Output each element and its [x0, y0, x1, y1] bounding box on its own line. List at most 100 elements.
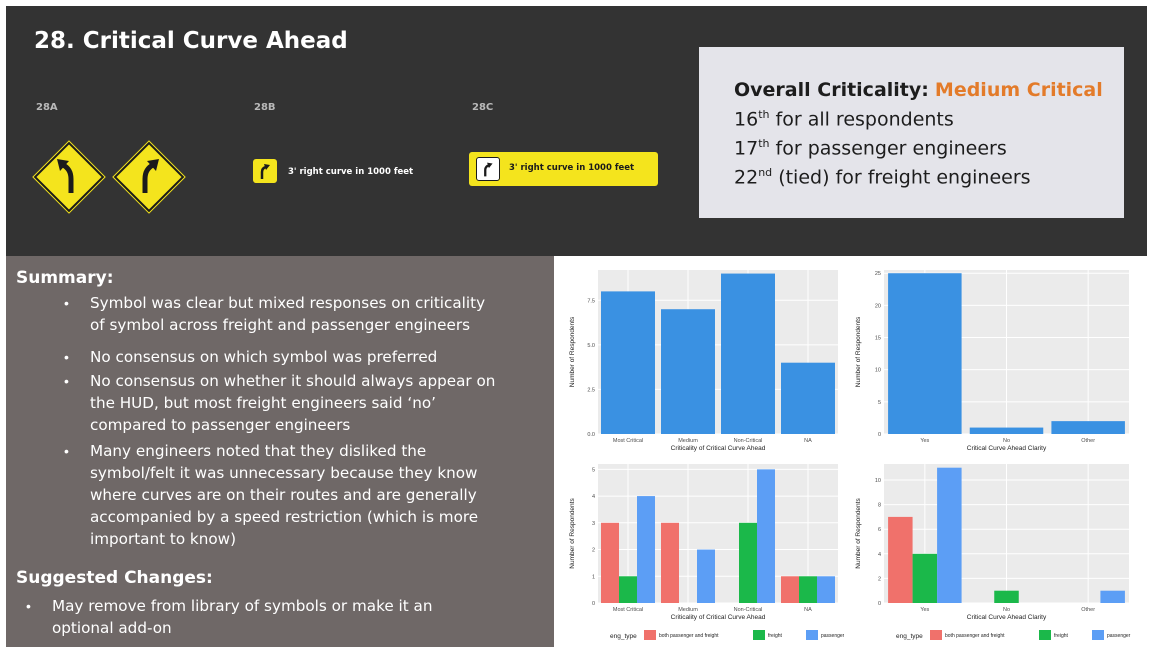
chart-criticality-by-eng-type: 0 1 2 3 4 5 Most Critical Medium Non-Critical NA C…	[569, 464, 844, 640]
x-tick-label: Yes	[920, 438, 929, 444]
bar	[661, 309, 715, 434]
bar	[888, 273, 962, 434]
sign-label-28a: 28A	[36, 102, 58, 113]
y-tick-label: 3	[592, 521, 595, 527]
x-tick-label: Yes	[920, 607, 929, 613]
y-tick-label: 20	[875, 303, 881, 309]
y-tick-label: 15	[875, 336, 881, 342]
y-axis-label: Number of Respondents	[569, 498, 576, 569]
suggested-heading: Suggested Changes:	[16, 568, 213, 588]
criticality-value: Medium Critical	[934, 79, 1103, 101]
rank-freight-sup: nd	[758, 166, 773, 179]
y-tick-label: 10	[875, 368, 881, 374]
y-tick-label: 0	[592, 601, 595, 607]
bullet-dot: •	[64, 295, 69, 311]
sign-label-28b: 28B	[254, 102, 276, 113]
x-axis-label: Critical Curve Ahead Clarity	[967, 614, 1047, 621]
curve-plate-c-icon	[476, 157, 500, 181]
y-tick-label: 5.0	[587, 343, 595, 349]
bar	[721, 273, 775, 434]
chart-clarity-by-eng-type: 0 2 4 6 8 10 Yes No Other Critical Curve Ahead Cl…	[855, 464, 1131, 640]
rank-freight-text: (tied) for freight engineers	[772, 166, 1031, 189]
curve-plate-arrow-icon	[260, 164, 270, 179]
x-tick-label: Medium	[678, 438, 698, 444]
y-tick-label: 0	[878, 601, 881, 607]
legend-swatch	[1039, 630, 1051, 640]
y-tick-label: 6	[878, 527, 881, 533]
y-tick-label: 2	[592, 548, 595, 554]
y-tick-label: 4	[878, 552, 881, 558]
legend-swatch	[1092, 630, 1104, 640]
header-panel: 28. Critical Curve Ahead 28A 28B 3' righ…	[6, 6, 1147, 256]
bar	[799, 576, 817, 603]
rank-passenger: 17th for passenger engineers	[734, 137, 1007, 159]
y-tick-label: 2.5	[587, 387, 595, 393]
bar	[817, 576, 835, 603]
summary-bullet-2-line-1: No consensus on which symbol was preferr…	[90, 348, 438, 366]
rank-passenger-text: for passenger engineers	[769, 137, 1007, 160]
summary-panel: Summary: • Symbol was clear but mixed re…	[6, 256, 554, 647]
bar	[912, 553, 938, 603]
chart-clarity-overall: 0 5 10 15 20 25 Yes No Other Critical Curve Ahead…	[855, 270, 1129, 452]
bar	[781, 362, 835, 434]
y-tick-label: 5	[592, 467, 595, 473]
x-tick-label: Most Critical	[613, 438, 643, 444]
x-tick-label: No	[1003, 438, 1010, 444]
bar	[601, 291, 655, 434]
bar	[1051, 421, 1125, 434]
suggested-bullet-1-line-1: May remove from library of symbols or ma…	[52, 597, 433, 615]
x-tick-label: No	[1003, 607, 1010, 613]
bar	[994, 590, 1019, 603]
x-tick-label: NA	[804, 438, 812, 444]
criticality-heading: Overall Criticality: Medium Critical	[734, 79, 1103, 101]
summary-bullet-2: No consensus on which symbol was preferr…	[90, 346, 437, 368]
bar	[739, 522, 757, 603]
rank-passenger-num: 17	[734, 137, 759, 160]
bar	[661, 522, 679, 603]
y-axis-label: Number of Respondents	[569, 316, 576, 387]
x-axis-label: Critical Curve Ahead Clarity	[967, 445, 1047, 452]
bar	[697, 549, 715, 603]
bullet-dot: •	[64, 373, 69, 389]
summary-bullet-4-line-4: accompanied by a speed restriction (whic…	[90, 508, 479, 526]
rank-all-text: for all respondents	[769, 108, 954, 131]
summary-bullet-3-line-1: No consensus on whether it should always…	[90, 372, 496, 390]
bar	[757, 469, 775, 603]
x-tick-label: Other	[1081, 438, 1095, 444]
y-tick-label: 5	[878, 400, 881, 406]
suggested-bullet-1-line-2: optional add-on	[52, 619, 172, 637]
x-tick-label: Non-Critical	[734, 438, 763, 444]
legend-label: freight	[1054, 633, 1069, 639]
legend-title: eng_type	[896, 633, 923, 640]
y-tick-label: 2	[878, 576, 881, 582]
y-tick-label: 8	[878, 503, 881, 509]
summary-bullet-4-line-5: important to know)	[90, 530, 236, 548]
y-tick-label: 0.0	[587, 432, 595, 438]
summary-bullet-4-line-2: symbol/felt it was unnecessary because t…	[90, 464, 478, 482]
summary-bullet-1-line-1: Symbol was clear but mixed responses on …	[90, 294, 486, 312]
legend-label: passenger	[1107, 633, 1131, 639]
legend-swatch	[806, 630, 818, 640]
bar	[969, 427, 1044, 434]
summary-bullet-3-line-2: the HUD, but most freight engineers said…	[90, 394, 436, 412]
x-tick-label: Medium	[678, 607, 698, 613]
y-tick-label: 25	[875, 271, 881, 277]
rank-all-num: 16	[734, 108, 759, 131]
bar	[1100, 590, 1125, 603]
bullet-dot: •	[64, 443, 69, 459]
x-tick-label: Most Critical	[613, 607, 643, 613]
x-tick-label: Other	[1081, 607, 1095, 613]
legend-label: both passenger and freight	[945, 633, 1005, 639]
criticality-box: Overall Criticality: Medium Critical 16t…	[699, 47, 1124, 218]
legend-label: both passenger and freight	[659, 633, 719, 639]
summary-bullet-4-line-3: where curves are on their routes and are…	[90, 486, 477, 504]
rank-all-sup: th	[758, 108, 770, 121]
curve-plate-c-arrow-icon	[484, 162, 493, 177]
summary-bullet-1-line-2: of symbol across freight and passenger e…	[90, 316, 471, 334]
summary-heading: Summary:	[16, 268, 114, 288]
summary-bullet-4: Many engineers noted that they disliked …	[90, 440, 478, 550]
charts-panel: 0.0 2.5 5.0 7.5 Most Critical Medium Non-Criti…	[554, 256, 1147, 647]
y-tick-label: 7.5	[587, 298, 595, 304]
slide: 28. Critical Curve Ahead 28A 28B 3' righ…	[6, 6, 1147, 647]
rank-freight: 22nd (tied) for freight engineers	[734, 166, 1031, 188]
